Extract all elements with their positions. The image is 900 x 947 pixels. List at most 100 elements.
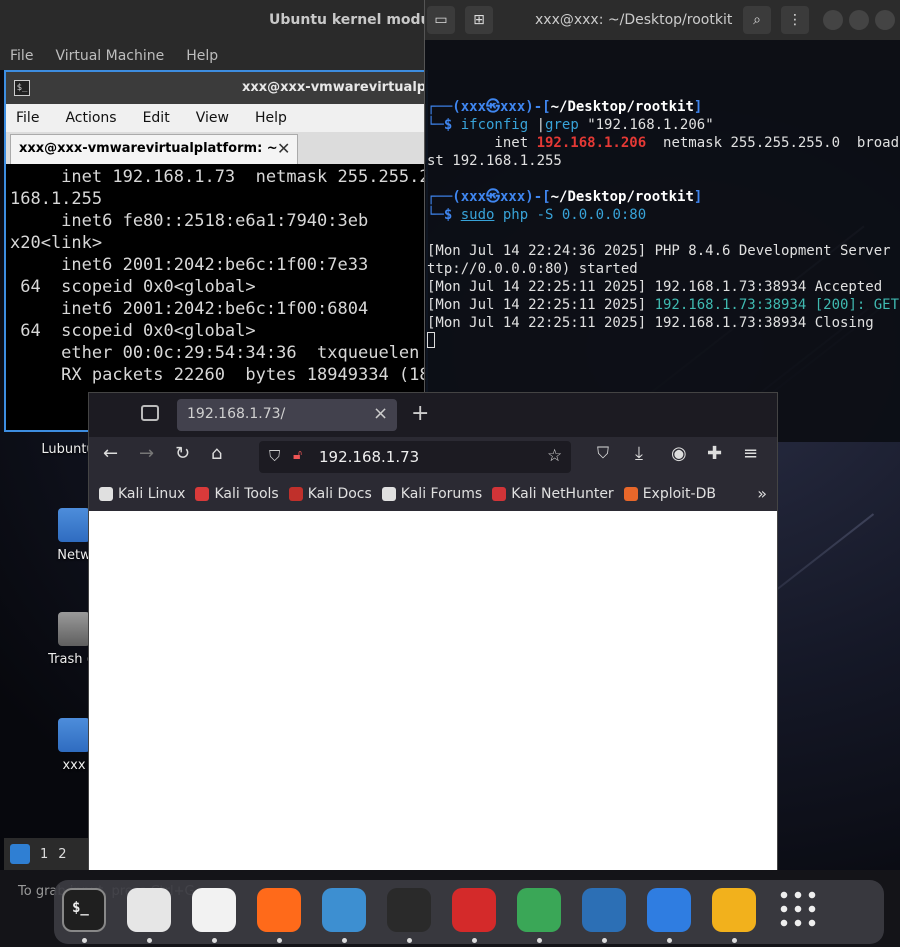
terminal-line: inet6 2001:2042:be6c:1f00:7e33 — [10, 255, 369, 275]
command-arg: "192.168.1.206" — [587, 117, 714, 133]
bookmark-item[interactable]: Kali NetHunter — [492, 486, 614, 502]
workspace-2[interactable]: 2 — [58, 847, 66, 862]
chrome-icon[interactable] — [517, 888, 561, 932]
network-folder-icon — [58, 508, 90, 542]
lubuntu-terminal-tab[interactable]: xxx@xxx-vmwarevirtualplatform: ~ ✕ — [10, 134, 298, 164]
firefox-icon[interactable] — [257, 888, 301, 932]
screenshot-icon[interactable] — [647, 888, 691, 932]
close-icon[interactable] — [875, 10, 895, 30]
lubuntu-taskbar: 1 2 — [4, 838, 94, 870]
extensions-icon[interactable]: ✚ — [707, 443, 722, 464]
terminal-line: ether 00:0c:29:54:34:36 txqueuelen 1000 … — [61, 343, 420, 363]
kali-terminal-output[interactable]: ┌──(xxx㉿xxx)-[~/Desktop/rootkit] └─$ ifco… — [425, 40, 900, 350]
tab-overview-icon[interactable] — [141, 405, 159, 421]
maximize-icon[interactable] — [849, 10, 869, 30]
log-line: [Mon Jul 14 22:25:11 2025] 192.168.1.73:… — [427, 315, 874, 331]
menu-actions[interactable]: Actions — [65, 110, 116, 126]
workspace-1[interactable]: 1 — [40, 847, 48, 862]
bookmark-item[interactable]: Kali Tools — [195, 486, 279, 502]
forward-icon[interactable]: → — [139, 443, 154, 464]
terminal-line: x20<link> — [10, 233, 103, 253]
new-tab-icon[interactable]: ⊞ — [465, 6, 493, 34]
prompt-user: xxx㉿xxx — [460, 189, 526, 205]
bookmark-label: Kali Tools — [214, 486, 279, 502]
running-indicator — [537, 938, 542, 943]
terminal-icon[interactable]: ▭ — [427, 6, 455, 34]
bottom-panel: To grab input, press Ctrl+G $_ — [0, 870, 900, 947]
url-bar[interactable]: ⛉ 🔓︎ ☆ — [259, 441, 571, 473]
command-sudo: sudo — [460, 207, 495, 223]
host-menu-file[interactable]: File — [10, 48, 33, 64]
bookmark-item[interactable]: Kali Linux — [99, 486, 185, 502]
bookmark-star-icon[interactable]: ☆ — [547, 446, 562, 466]
firefox-window: 192.168.1.73/ × + ← → ↻ ⌂ ⛉ 🔓︎ ☆ ⛉ ⤓ ◉ ✚… — [88, 392, 778, 876]
lubuntu-menu-icon[interactable] — [10, 844, 30, 864]
command-grep: grep — [545, 117, 579, 133]
kebab-menu-icon[interactable]: ⋮ — [781, 6, 809, 34]
running-indicator — [667, 938, 672, 943]
terminal-line: 64 scopeid 0x0<global> — [10, 321, 256, 341]
firefox-navbar: ← → ↻ ⌂ ⛉ 🔓︎ ☆ ⛉ ⤓ ◉ ✚ ≡ — [89, 437, 777, 477]
output-line: inet 192.168.1.206 netmask 255.255.255.0… — [427, 135, 900, 151]
lubuntu-terminal-tabbar: xxx@xxx-vmwarevirtualplatform: ~ ✕ — [6, 132, 426, 164]
running-indicator — [82, 938, 87, 943]
search-icon[interactable]: ⌕ — [743, 6, 771, 34]
host-menu-virtual-machine[interactable]: Virtual Machine — [55, 48, 164, 64]
terminal-cursor — [427, 332, 435, 348]
close-tab-icon[interactable]: × — [373, 403, 388, 424]
menu-edit[interactable]: Edit — [143, 110, 170, 126]
text-editor-icon[interactable] — [192, 888, 236, 932]
bookmark-label: Kali Linux — [118, 486, 186, 502]
burpsuite-icon[interactable] — [387, 888, 431, 932]
home-icon[interactable]: ⌂ — [211, 443, 222, 464]
log-line: [Mon Jul 14 22:24:36 2025] PHP 8.4.6 Dev… — [427, 243, 900, 259]
account-icon[interactable]: ◉ — [671, 443, 687, 464]
minimize-icon[interactable] — [823, 10, 843, 30]
lubuntu-terminal-title: xxx@xxx-vmwarevirtualplatform: ~ — [242, 80, 427, 95]
lubuntu-terminal-output[interactable]: inet 192.168.1.73 netmask 255.255.255.0 … — [6, 164, 426, 388]
app-grid-icon[interactable] — [777, 888, 821, 932]
host-menu-help[interactable]: Help — [186, 48, 218, 64]
steam-icon[interactable] — [582, 888, 626, 932]
url-input[interactable] — [319, 446, 549, 468]
prompt-line: ┌──(xxx㉿xxx)-[~/Desktop/rootkit] — [427, 99, 703, 115]
bookmarks-overflow-icon[interactable]: » — [757, 484, 767, 503]
running-indicator — [472, 938, 477, 943]
request-log: 192.168.1.73:38934 [200]: GET / — [654, 297, 900, 313]
log-line: [Mon Jul 14 22:25:11 2025] 192.168.1.73:… — [427, 279, 883, 295]
menu-file[interactable]: File — [16, 110, 39, 126]
running-indicator — [147, 938, 152, 943]
wireshark-icon[interactable] — [322, 888, 366, 932]
lubuntu-terminal-menubar: File Actions Edit View Help — [6, 104, 426, 132]
terminal-icon[interactable]: $_ — [62, 888, 106, 932]
running-indicator — [277, 938, 282, 943]
cherrytree-icon[interactable] — [452, 888, 496, 932]
command-rest: php -S 0.0.0.0:80 — [502, 207, 647, 223]
hamburger-menu-icon[interactable]: ≡ — [743, 443, 758, 464]
bookmark-item[interactable]: Exploit-DB — [623, 486, 716, 502]
firefox-tab[interactable]: 192.168.1.73/ × — [177, 399, 397, 431]
firefox-tabstrip: 192.168.1.73/ × + — [89, 393, 777, 437]
bookmark-favicon-icon — [623, 487, 638, 501]
running-indicator — [602, 938, 607, 943]
downloads-icon[interactable]: ⤓ — [635, 443, 643, 464]
menu-help[interactable]: Help — [255, 110, 287, 126]
page-content[interactable] — [89, 511, 777, 875]
menu-view[interactable]: View — [196, 110, 229, 126]
prompt-line: ┌──(xxx㉿xxx)-[~/Desktop/rootkit] — [427, 189, 703, 205]
bookmark-favicon-icon — [195, 487, 210, 501]
bookmark-item[interactable]: Kali Forums — [381, 486, 482, 502]
vmware-icon[interactable] — [712, 888, 756, 932]
bookmark-item[interactable]: Kali Docs — [288, 486, 372, 502]
new-tab-button[interactable]: + — [411, 401, 429, 426]
files-icon[interactable] — [127, 888, 171, 932]
close-tab-icon[interactable]: ✕ — [277, 139, 290, 158]
running-indicator — [732, 938, 737, 943]
back-icon[interactable]: ← — [103, 443, 118, 464]
insecure-lock-icon[interactable]: 🔓︎ — [293, 447, 302, 463]
highlighted-ip: 192.168.1.206 — [536, 135, 647, 151]
pocket-icon[interactable]: ⛉ — [597, 443, 609, 463]
kali-terminal-headerbar: ▭ ⊞ xxx@xxx: ~/Desktop/rootkit ⌕ ⋮ — [425, 0, 900, 40]
reload-icon[interactable]: ↻ — [175, 443, 190, 464]
shield-icon[interactable]: ⛉ — [269, 447, 280, 465]
